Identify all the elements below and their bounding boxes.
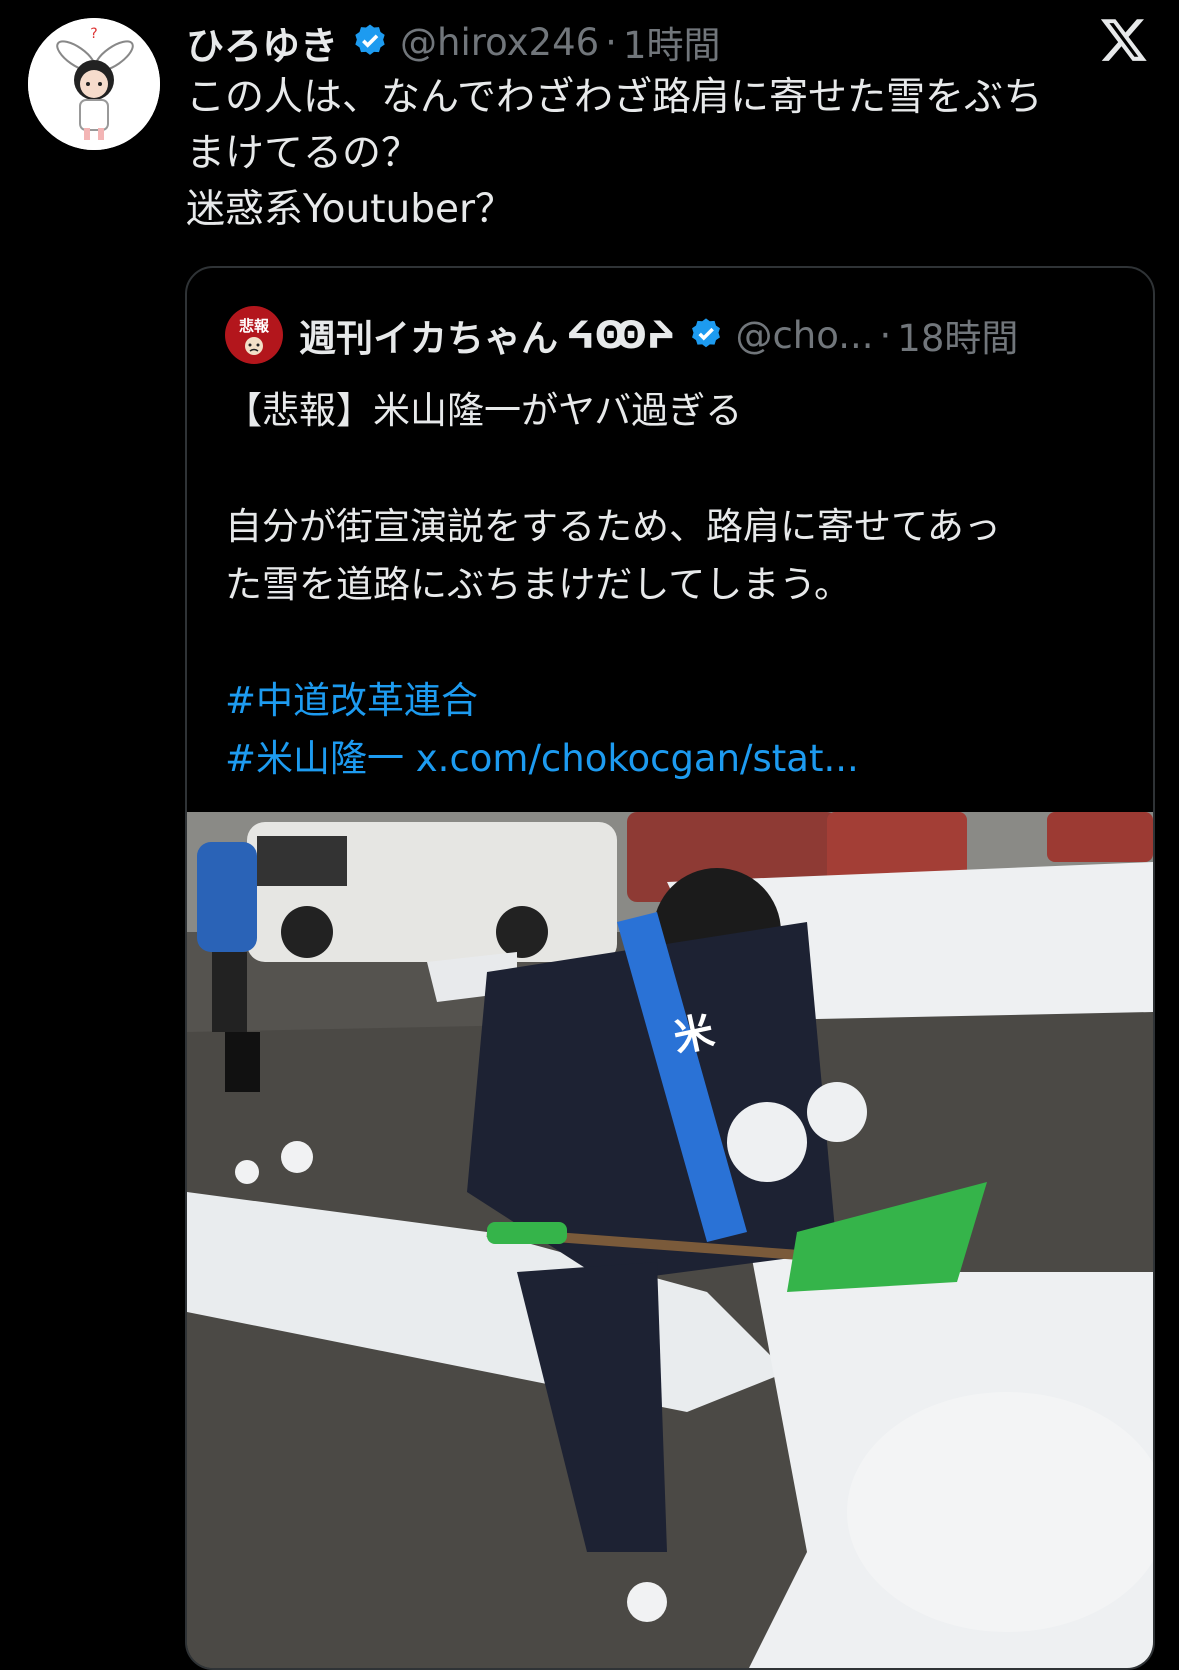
tweet-text-line: 迷惑系Youtuber？ <box>186 187 515 232</box>
svg-text:?: ? <box>90 26 97 42</box>
verified-badge-icon <box>350 22 390 62</box>
quoted-text-line: 【悲報】米山隆一がヤバ過ぎる <box>225 389 743 432</box>
quoted-text-line-links: #米山隆一 x.com/chokocgan/stat... <box>225 730 1125 788</box>
quoted-tweet-text: 【悲報】米山隆一がヤバ過ぎる 自分が街宣演説をするため、路肩に寄せてあっ た雪を… <box>225 382 1125 788</box>
quoted-author-handle[interactable]: @cho... <box>735 314 873 357</box>
quoted-tweet-header: 悲報 週刊イカちゃん ᔦꙬᔨ @cho... · 18時間 <box>225 306 1133 364</box>
hashtag-link[interactable]: #中道改革連合 <box>225 672 1125 730</box>
author-handle[interactable]: @hirox246 <box>400 21 599 64</box>
quoted-avatar-badge: 悲報 <box>238 317 269 335</box>
url-link[interactable]: x.com/chokocgan/stat... <box>416 737 859 780</box>
snow-shoveling-photo[interactable]: 米 <box>187 812 1153 1668</box>
rabbit-girl-avatar-icon: ? <box>28 18 160 150</box>
hashtag-link[interactable]: #米山隆一 <box>225 737 404 780</box>
quoted-text-line: 自分が街宣演説をするため、路肩に寄せてあっ <box>225 505 1001 548</box>
x-logo-icon[interactable] <box>1099 14 1149 64</box>
quoted-tweet-time[interactable]: 18時間 <box>897 308 1018 362</box>
tweet-time[interactable]: 1時間 <box>623 15 721 69</box>
quoted-text-line: た雪を道路にぶちまけだしてしまう。 <box>225 563 852 606</box>
separator-dot: · <box>879 313 892 357</box>
verified-badge-icon <box>687 316 725 354</box>
quoted-tweet-card[interactable]: 悲報 週刊イカちゃん ᔦꙬᔨ @cho... · 18時間 【悲報】米山隆一がヤ… <box>185 266 1155 1670</box>
photo-scene: 米 <box>187 812 1153 1668</box>
quoted-author-avatar[interactable]: 悲報 <box>225 306 283 364</box>
quoted-author-name[interactable]: 週刊イカちゃん <box>299 308 558 362</box>
author-name[interactable]: ひろゆき <box>186 15 338 70</box>
separator-dot: · <box>605 20 617 64</box>
tweet-text: この人は、なんでわざわざ路肩に寄せた雪をぶち まけてるの？ 迷惑系Youtube… <box>186 70 1136 238</box>
quoted-text-line <box>225 614 1125 672</box>
tweet-text-line: この人は、なんでわざわざ路肩に寄せた雪をぶち <box>186 75 1043 120</box>
tweet-text-line: まけてるの？ <box>186 131 421 176</box>
quoted-author-name-suffix: ᔦꙬᔨ <box>566 313 676 357</box>
author-avatar[interactable]: ? <box>28 18 160 150</box>
crying-face-icon <box>245 337 263 355</box>
quoted-text-line <box>225 440 1125 498</box>
tweet-header: ひろゆき @hirox246 · 1時間 <box>186 14 1099 70</box>
